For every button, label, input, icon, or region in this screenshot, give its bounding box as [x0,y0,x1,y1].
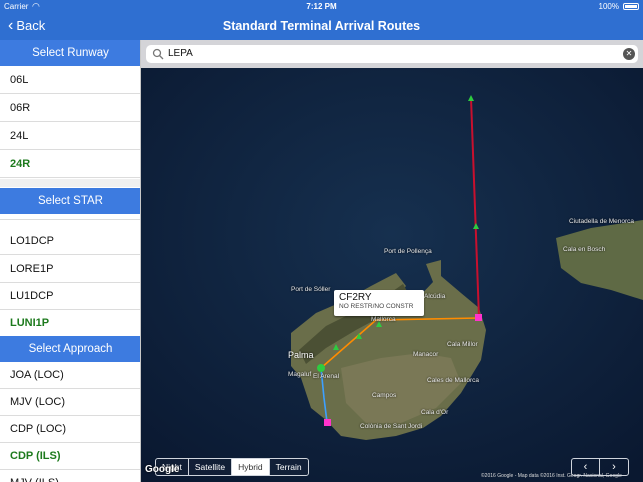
runway-section-header: Select Runway [0,40,140,66]
search-icon [152,48,164,60]
runway-item-selected[interactable]: 24R [0,151,140,178]
search-bar: LEPA ✕ [141,40,643,68]
star-section-header: Select STAR [0,188,140,214]
runway-item[interactable]: 06R [0,95,140,122]
place-label: Palma [288,350,314,360]
place-label: Cala d'Or [421,409,449,416]
battery-icon [623,3,639,10]
place-label: Cales de Mallorca [427,377,480,384]
section-divider [0,179,140,187]
star-item-selected[interactable]: LUNI1P [0,310,140,337]
place-label: Mallorca [371,316,396,323]
place-label: Port de Sóller [291,286,331,293]
selection-panel: Select Runway 06L 06R 24L 24R LAMP1R Sel… [0,40,141,482]
runway-item[interactable]: 06L [0,67,140,94]
clear-icon[interactable]: ✕ [623,48,635,60]
runway-item[interactable]: 24L [0,123,140,150]
star-item[interactable]: LO1DCP [0,228,140,255]
place-label: Cala en Bosch [563,246,606,253]
place-label: Cala Millor [447,341,478,348]
chevron-right-icon[interactable]: › [600,459,628,475]
top-bar: Carrier ◠ 7:12 PM 100% ‹ Back Standard T… [0,0,643,40]
chevron-left-icon[interactable]: ‹ [572,459,600,475]
navigation-bar: ‹ Back Standard Terminal Arrival Routes [0,14,643,40]
place-label: Campos [372,392,397,399]
battery-percent: 100% [598,2,619,11]
approach-item[interactable]: JOA (LOC) [0,362,140,389]
status-bar: Carrier ◠ 7:12 PM 100% [0,0,643,14]
approach-item[interactable]: MJV (ILS) [0,470,140,482]
map-canvas[interactable] [141,68,643,482]
star-item[interactable]: LU1DCP [0,283,140,310]
place-label: Colònia de Sant Jordi [360,423,423,430]
callout-title: CF2RY [339,292,372,303]
callout-subtitle: NO RESTR/NO CONSTR [339,303,414,310]
approach-item-selected[interactable]: CDP (ILS) [0,443,140,470]
route-endpoint [475,314,482,321]
approach-section-header: Select Approach [0,336,140,362]
place-label: Manacor [413,351,439,358]
place-label: Alcúdia [424,293,446,300]
place-label: Port de Pollença [384,248,432,255]
page-title: Standard Terminal Arrival Routes [222,19,421,33]
airport-marker [317,364,325,372]
map-type-satellite[interactable]: Satellite [188,459,233,475]
google-logo: Google [145,464,180,475]
place-label: Ciutadella de Menorca [569,218,635,225]
search-input[interactable]: LEPA [168,48,193,59]
route-endpoint [324,419,331,426]
approach-item[interactable]: MJV (LOC) [0,389,140,416]
star-item[interactable]: LORE1P [0,256,140,283]
waypoint-callout[interactable]: CF2RY NO RESTR/NO CONSTR [334,290,424,316]
place-label: El Arenal [313,373,340,380]
map-view[interactable]: LEPA ✕ Ciutadella de Menorca Cala en Bos… [141,40,643,482]
place-label: Magaluf [288,371,312,378]
approach-item[interactable]: CDP (LOC) [0,416,140,443]
status-time: 7:12 PM [306,2,337,11]
search-field[interactable]: LEPA ✕ [146,45,638,63]
waypoint-navigation: ‹ › [571,458,629,476]
map-type-terrain[interactable]: Terrain [269,459,308,475]
map-type-hybrid[interactable]: Hybrid [232,459,270,475]
